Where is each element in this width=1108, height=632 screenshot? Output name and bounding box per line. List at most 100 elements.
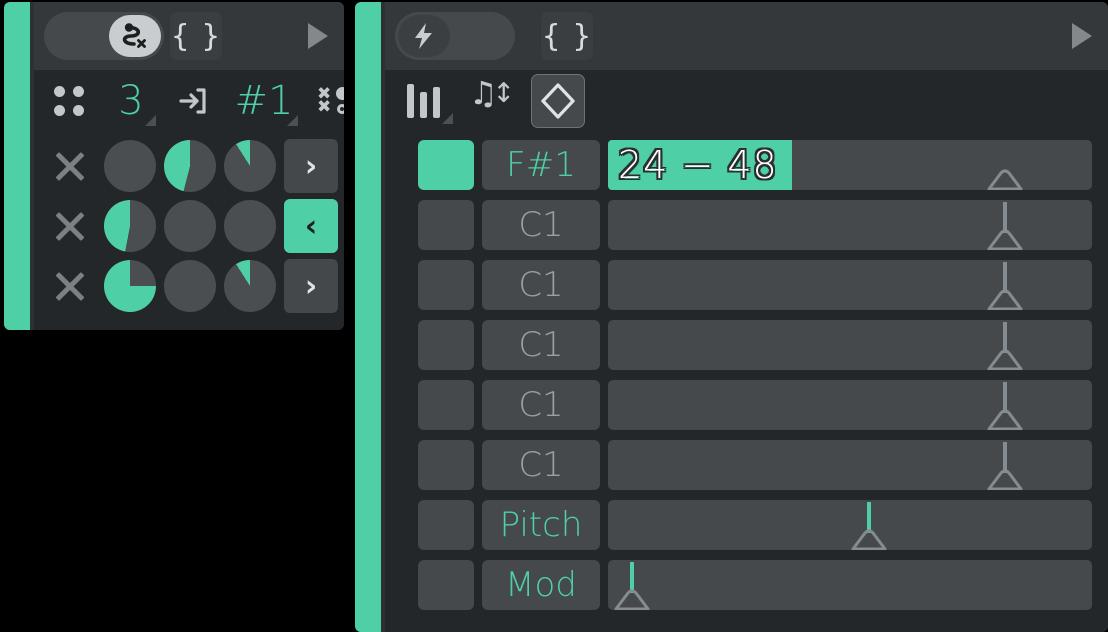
lane-c1-d-enable-square[interactable] <box>418 380 474 430</box>
knob-r3-c1[interactable] <box>104 260 156 312</box>
chevron-left-icon: ‹ <box>304 208 318 244</box>
lane-fsharp1-value: 24 − 48 <box>618 143 778 187</box>
knob-r1-c1[interactable] <box>104 140 156 192</box>
right-play-button[interactable] <box>1072 23 1092 49</box>
right-tool-sliders-caret[interactable] <box>442 113 453 124</box>
lane-c1-b-note-button[interactable]: C1 <box>482 260 600 310</box>
knob-r3-c3[interactable] <box>224 260 276 312</box>
lane-c1-b-track[interactable] <box>608 260 1092 310</box>
sliders-icon <box>405 84 445 118</box>
lane-c1-c-marker[interactable] <box>986 322 1024 370</box>
screen-root: { } 3 #1 ✖ ✖ › ‹ › {} ♫ ↕ F#1 24 − 48 C… <box>0 0 1108 632</box>
lane-c1-a-note-button[interactable]: C1 <box>482 200 600 250</box>
right-panel-header: { } <box>385 2 1108 70</box>
left-play-button[interactable] <box>308 23 328 49</box>
left-tool-pattern-number[interactable]: #1 <box>228 70 300 132</box>
right-lightning-toggle-knob[interactable] <box>398 15 450 57</box>
knob-row-2-arrow-button[interactable]: ‹ <box>284 199 338 253</box>
left-tool-input-route[interactable] <box>166 70 220 132</box>
lane-c1-d-note-button[interactable]: C1 <box>482 380 600 430</box>
lane-c1-a-track[interactable] <box>608 200 1092 250</box>
marker-triangle-icon <box>987 349 1023 370</box>
left-tool-randomize[interactable]: ✖ ✖ <box>306 70 344 132</box>
left-panel: { } 3 #1 ✖ ✖ › ‹ › <box>4 2 344 330</box>
lane-c1-d-track[interactable] <box>608 380 1092 430</box>
knob-r3-c2[interactable] <box>164 260 216 312</box>
right-panel-accent-strip <box>355 2 381 632</box>
lane-pitch-track[interactable] <box>608 500 1092 550</box>
lane-c1-c-note-button[interactable]: C1 <box>482 320 600 370</box>
lane-c1-b-enable-square[interactable] <box>418 260 474 310</box>
lane-c1-e-note-label: C1 <box>518 445 564 485</box>
left-braces-label: { } <box>170 18 222 54</box>
lane-mod-label: Mod <box>505 565 577 605</box>
x-dot-scatter-icon: ✖ ✖ <box>317 86 344 116</box>
knob-row-3-arrow-button[interactable]: › <box>284 259 338 313</box>
knob-row-1-arrow-button[interactable]: › <box>284 139 338 193</box>
right-tool-sliders[interactable] <box>397 70 453 132</box>
right-braces-label: { } <box>541 18 593 54</box>
knob-r2-c3[interactable] <box>224 200 276 252</box>
right-braces-button[interactable]: { } <box>541 12 593 60</box>
lane-mod-button[interactable]: Mod <box>482 560 600 610</box>
marker-triangle-icon <box>987 409 1023 430</box>
lane-mod: Mod <box>385 556 1108 616</box>
lane-c1-c-enable-square[interactable] <box>418 320 474 370</box>
chevron-right-icon: › <box>304 268 318 304</box>
lane-c1-d: C1 <box>385 376 1108 436</box>
lane-c1-b: C1 <box>385 256 1108 316</box>
left-route-toggle[interactable] <box>44 12 164 60</box>
knob-row-3-clear-icon[interactable] <box>51 267 89 305</box>
lane-fsharp1-enable-square[interactable] <box>418 140 474 190</box>
lane-pitch-button[interactable]: Pitch <box>482 500 600 550</box>
lane-c1-e-enable-square[interactable] <box>418 440 474 490</box>
lightning-bolt-icon <box>415 23 432 49</box>
dot-grid-icon <box>54 86 84 116</box>
marker-triangle-icon <box>987 289 1023 310</box>
right-tool-note-transpose[interactable]: ♫ ↕ <box>461 70 523 132</box>
lane-c1-a-marker[interactable] <box>986 202 1024 250</box>
left-tool-pattern-number-value: #1 <box>234 78 294 124</box>
marker-triangle-icon <box>987 169 1023 190</box>
lane-c1-d-marker[interactable] <box>986 382 1024 430</box>
lane-pitch-enable-square[interactable] <box>418 500 474 550</box>
left-tool-step-count-caret[interactable] <box>145 115 156 126</box>
lane-c1-e-note-button[interactable]: C1 <box>482 440 600 490</box>
lane-pitch-marker[interactable] <box>850 502 888 550</box>
lane-c1-b-marker[interactable] <box>986 262 1024 310</box>
lane-c1-a-enable-square[interactable] <box>418 200 474 250</box>
lane-mod-track[interactable] <box>608 560 1092 610</box>
lane-c1-e-marker[interactable] <box>986 442 1024 490</box>
lane-mod-enable-square[interactable] <box>418 560 474 610</box>
knob-row-2-clear-icon[interactable] <box>51 207 89 245</box>
lane-fsharp1-note-button[interactable]: F#1 <box>482 140 600 190</box>
left-braces-button[interactable]: { } <box>170 12 222 60</box>
left-tool-grid-dots[interactable] <box>42 70 96 132</box>
knob-row-2: ‹ <box>34 196 344 256</box>
lane-pitch: Pitch <box>385 496 1108 556</box>
right-tool-range-diamond[interactable] <box>531 74 585 128</box>
left-tool-step-count[interactable]: 3 <box>104 70 158 132</box>
left-route-toggle-knob[interactable] <box>109 15 161 57</box>
right-lane-list: F#1 24 − 48 C1 C1 C1 C1 C1 Pitch Mod <box>385 132 1108 632</box>
right-lightning-toggle[interactable] <box>395 12 515 60</box>
knob-r1-c2[interactable] <box>164 140 216 192</box>
knob-r1-c3[interactable] <box>224 140 276 192</box>
left-tool-pattern-number-caret[interactable] <box>287 115 298 126</box>
note-up-down-icon: ♫ ↕ <box>469 74 515 112</box>
lane-fsharp1-track[interactable]: 24 − 48 <box>608 140 1092 190</box>
knob-row-3: › <box>34 256 344 316</box>
marker-triangle-icon <box>987 229 1023 250</box>
lane-c1-c-track[interactable] <box>608 320 1092 370</box>
knob-row-1-clear-icon[interactable] <box>51 147 89 185</box>
lane-fsharp1-marker[interactable] <box>986 168 1024 190</box>
knob-r2-c1[interactable] <box>104 200 156 252</box>
lane-c1-a: C1 <box>385 196 1108 256</box>
lane-c1-e-track[interactable] <box>608 440 1092 490</box>
marker-triangle-icon <box>851 529 887 550</box>
left-panel-body: { } 3 #1 ✖ ✖ › ‹ › <box>34 2 344 330</box>
marker-triangle-icon <box>614 589 650 610</box>
lane-mod-marker[interactable] <box>613 562 651 610</box>
left-tool-step-count-value: 3 <box>118 78 144 124</box>
knob-r2-c2[interactable] <box>164 200 216 252</box>
